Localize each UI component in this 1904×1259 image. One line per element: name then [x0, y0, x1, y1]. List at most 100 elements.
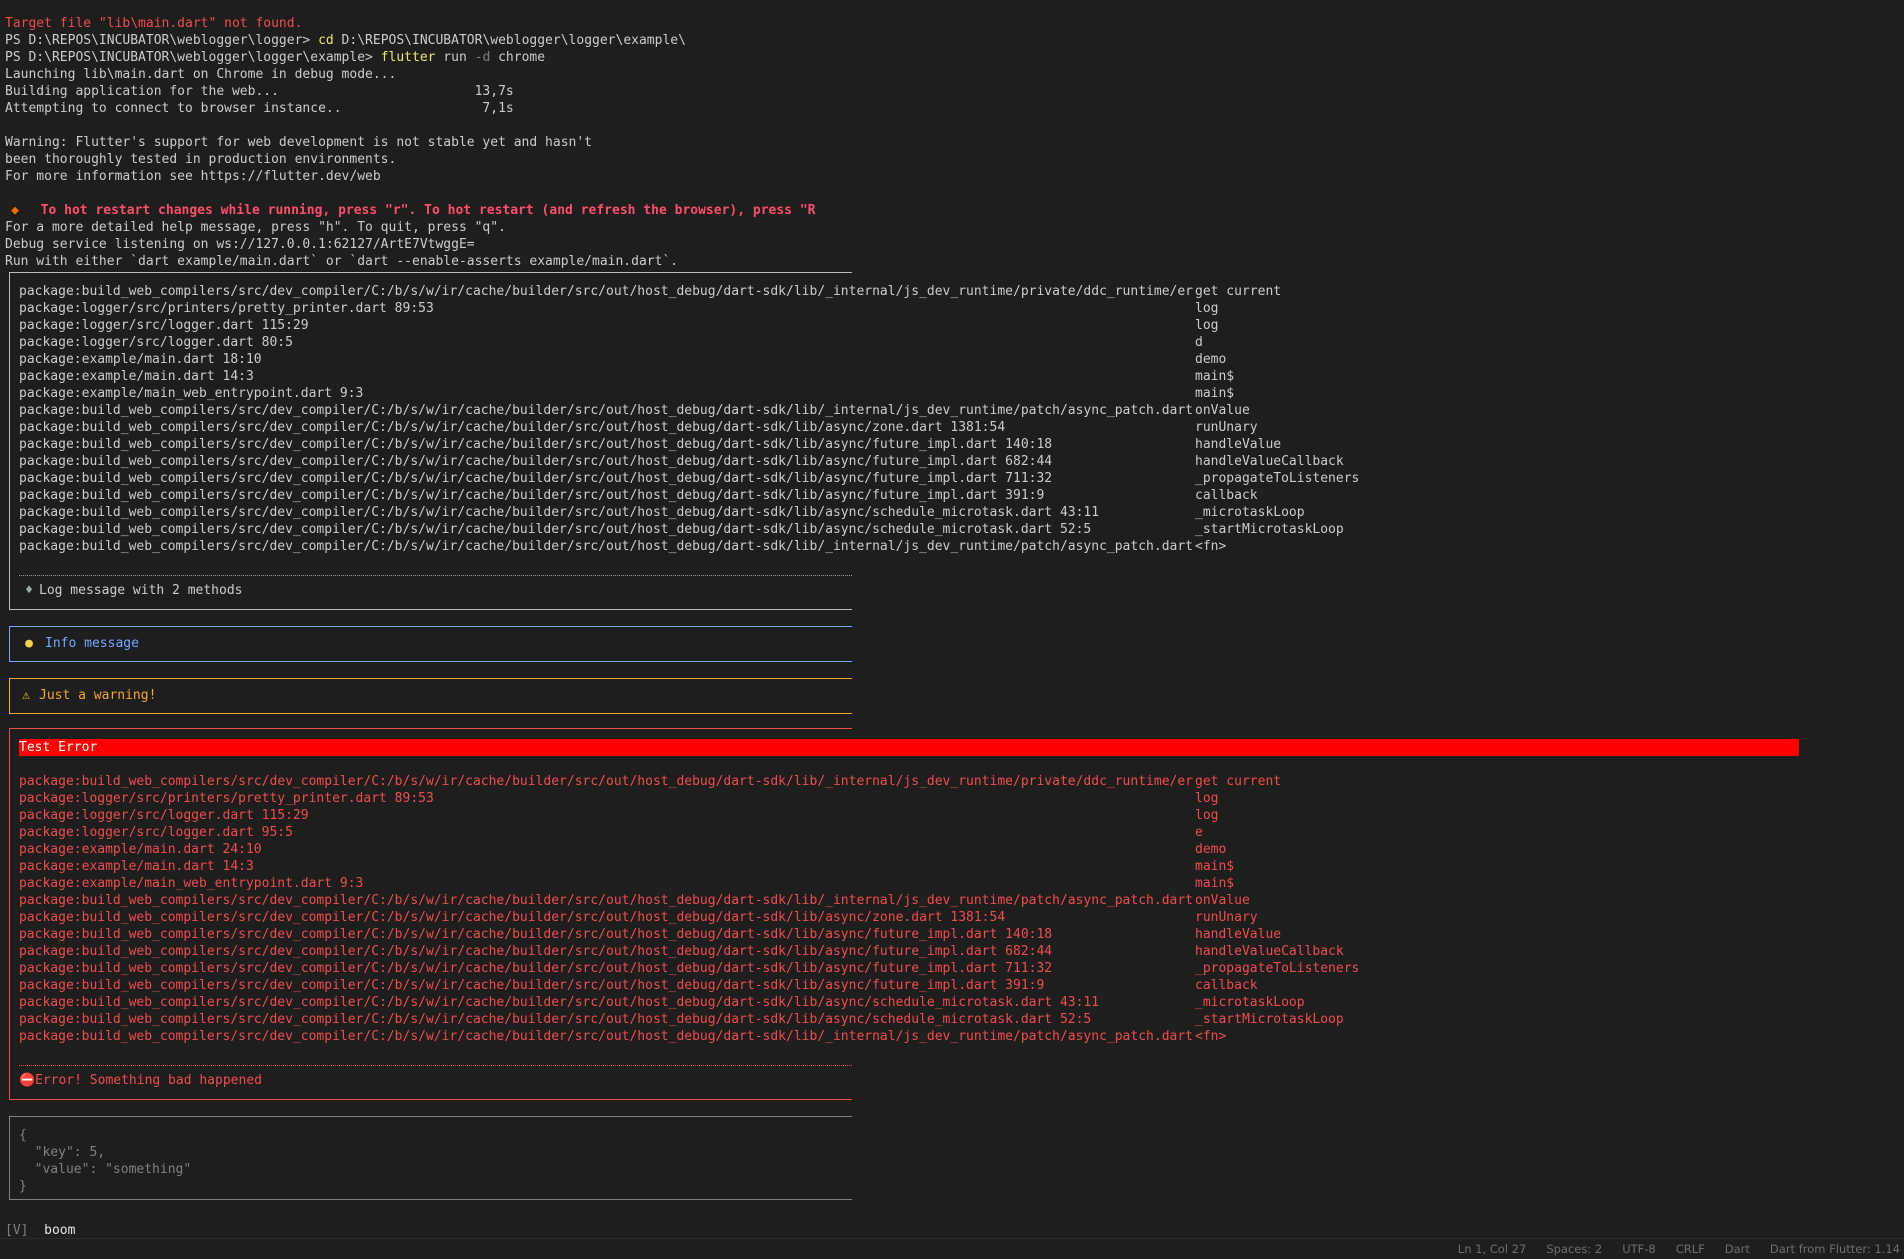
stack-frame-location[interactable]: package:build_web_compilers/src/dev_comp… [19, 436, 1195, 453]
stack-frame-row: package:logger/src/printers/pretty_print… [19, 790, 1904, 807]
stack-frame-row: package:build_web_compilers/src/dev_comp… [19, 1028, 1904, 1045]
stack-frame-row: package:build_web_compilers/src/dev_comp… [19, 538, 1904, 555]
json-content: { "key": 5, "value": "something"} [19, 1127, 1904, 1195]
stack-frame-location[interactable]: package:example/main.dart 14:3 [19, 858, 1195, 875]
stack-frame-row: package:logger/src/logger.dart 95:5 e [19, 824, 1904, 841]
debug-log-box: package:build_web_compilers/src/dev_comp… [9, 272, 1904, 610]
stack-frame-location[interactable]: package:example/main_web_entrypoint.dart… [19, 385, 1195, 402]
stack-frame-location[interactable]: package:build_web_compilers/src/dev_comp… [19, 1028, 1195, 1045]
stack-frame-row: package:build_web_compilers/src/dev_comp… [19, 892, 1904, 909]
json-line: } [19, 1179, 27, 1194]
error-stack-trace: package:build_web_compilers/src/dev_comp… [19, 773, 1904, 1045]
stack-frame-function: _startMicrotaskLoop [1195, 522, 1344, 537]
stack-frame-row: package:build_web_compilers/src/dev_comp… [19, 504, 1904, 521]
stack-frame-location[interactable]: package:logger/src/logger.dart 80:5 [19, 334, 1195, 351]
debug-stack-trace: package:build_web_compilers/src/dev_comp… [19, 283, 1904, 555]
error-divider [19, 1065, 852, 1066]
stack-frame-function: log [1195, 808, 1219, 823]
error-box-left-border [9, 728, 10, 1100]
stack-frame-row: package:logger/src/printers/pretty_print… [19, 300, 1904, 317]
stack-frame-row: package:example/main.dart 14:3 main$ [19, 858, 1904, 875]
debug-box-bottom-border [9, 609, 852, 610]
debug-divider [19, 575, 852, 576]
stack-frame-location[interactable]: package:example/main.dart 14:3 [19, 368, 1195, 385]
warning-box-left-border [9, 678, 10, 714]
stack-frame-function: main$ [1195, 386, 1235, 401]
stack-frame-location[interactable]: package:build_web_compilers/src/dev_comp… [19, 960, 1195, 977]
json-box-bottom-border [9, 1199, 852, 1200]
status-sdk[interactable]: Dart from Flutter: 1.14 [1770, 1242, 1900, 1256]
stack-frame-row: package:build_web_compilers/src/dev_comp… [19, 283, 1904, 300]
stack-frame-row: package:logger/src/logger.dart 115:29 log [19, 807, 1904, 824]
stack-frame-location[interactable]: package:build_web_compilers/src/dev_comp… [19, 1011, 1195, 1028]
error-box-bottom-border [9, 1099, 852, 1100]
stack-frame-location[interactable]: package:build_web_compilers/src/dev_comp… [19, 402, 1195, 419]
stack-frame-location[interactable]: package:build_web_compilers/src/dev_comp… [19, 419, 1195, 436]
stack-frame-location[interactable]: package:logger/src/logger.dart 115:29 [19, 317, 1195, 334]
stack-frame-function: e [1195, 825, 1203, 840]
flutter-run-command-line: PS D:\REPOS\INCUBATOR\weblogger\logger\e… [5, 50, 546, 65]
info-message-line: ● Info message [19, 627, 1904, 661]
stack-frame-location[interactable]: package:logger/src/printers/pretty_print… [19, 300, 1195, 317]
warning-box-bottom-border [9, 713, 852, 714]
stack-frame-function: handleValueCallback [1195, 454, 1344, 469]
stack-frame-location[interactable]: package:build_web_compilers/src/dev_comp… [19, 538, 1195, 555]
stack-frame-location[interactable]: package:build_web_compilers/src/dev_comp… [19, 773, 1195, 790]
stack-frame-location[interactable]: package:build_web_compilers/src/dev_comp… [19, 504, 1195, 521]
stack-frame-function: d [1195, 335, 1203, 350]
stack-frame-function: onValue [1195, 403, 1250, 418]
stack-frame-function: _microtaskLoop [1195, 505, 1305, 520]
stack-frame-row: package:build_web_compilers/src/dev_comp… [19, 402, 1904, 419]
status-indentation[interactable]: Spaces: 2 [1546, 1242, 1602, 1256]
stack-frame-location[interactable]: package:logger/src/printers/pretty_print… [19, 790, 1195, 807]
debug-box-left-border [9, 272, 10, 610]
stack-frame-location[interactable]: package:example/main.dart 18:10 [19, 351, 1195, 368]
stack-frame-function: main$ [1195, 859, 1235, 874]
stack-frame-location[interactable]: package:logger/src/logger.dart 115:29 [19, 807, 1195, 824]
stack-frame-location[interactable]: package:build_web_compilers/src/dev_comp… [19, 892, 1195, 909]
status-encoding[interactable]: UTF-8 [1622, 1242, 1656, 1256]
stack-frame-location[interactable]: package:example/main.dart 24:10 [19, 841, 1195, 858]
output-line: Attempting to connect to browser instanc… [5, 101, 514, 116]
stack-frame-location[interactable]: package:build_web_compilers/src/dev_comp… [19, 926, 1195, 943]
stack-frame-function: handleValue [1195, 927, 1282, 942]
stack-frame-location[interactable]: package:build_web_compilers/src/dev_comp… [19, 943, 1195, 960]
info-box-bottom-border [9, 661, 852, 662]
stack-frame-row: package:logger/src/logger.dart 80:5 d [19, 334, 1904, 351]
terminal-output[interactable]: Target file "lib\main.dart" not found. P… [5, 15, 1904, 1200]
warning-message-line: ⚠ Just a warning! [19, 679, 1904, 713]
help-output: For a more detailed help message, press … [5, 219, 1904, 270]
stack-frame-function: log [1195, 791, 1219, 806]
output-line: For a more detailed help message, press … [5, 220, 506, 235]
status-language[interactable]: Dart [1725, 1242, 1750, 1256]
output-line: been thoroughly tested in production env… [5, 152, 397, 167]
stack-frame-row: package:build_web_compilers/src/dev_comp… [19, 470, 1904, 487]
status-cursor-position[interactable]: Ln 1, Col 27 [1458, 1242, 1527, 1256]
stack-frame-location[interactable]: package:build_web_compilers/src/dev_comp… [19, 453, 1195, 470]
hot-restart-line: ◆ To hot restart changes while running, … [5, 202, 1904, 219]
stack-frame-location[interactable]: package:logger/src/logger.dart 95:5 [19, 824, 1195, 841]
stack-frame-function: _propagateToListeners [1195, 471, 1360, 486]
target-not-found-line: Target file "lib\main.dart" not found. [5, 16, 303, 31]
stack-frame-function: runUnary [1195, 910, 1258, 925]
stack-frame-location[interactable]: package:build_web_compilers/src/dev_comp… [19, 283, 1195, 300]
stack-frame-location[interactable]: package:build_web_compilers/src/dev_comp… [19, 994, 1195, 1011]
output-line: Launching lib\main.dart on Chrome in deb… [5, 67, 397, 82]
stack-frame-location[interactable]: package:build_web_compilers/src/dev_comp… [19, 470, 1195, 487]
launch-output: Launching lib\main.dart on Chrome in deb… [5, 66, 1904, 202]
stack-frame-row: package:build_web_compilers/src/dev_comp… [19, 909, 1904, 926]
status-eol[interactable]: CRLF [1676, 1242, 1705, 1256]
stack-frame-location[interactable]: package:build_web_compilers/src/dev_comp… [19, 487, 1195, 504]
stack-frame-function: demo [1195, 842, 1227, 857]
stack-frame-location[interactable]: package:example/main_web_entrypoint.dart… [19, 875, 1195, 892]
stack-frame-row: package:build_web_compilers/src/dev_comp… [19, 436, 1904, 453]
stack-frame-function: main$ [1195, 369, 1235, 384]
json-line: { [19, 1128, 27, 1143]
stack-frame-location[interactable]: package:build_web_compilers/src/dev_comp… [19, 521, 1195, 538]
output-line: Run with either `dart example/main.dart`… [5, 254, 679, 269]
stack-frame-location[interactable]: package:build_web_compilers/src/dev_comp… [19, 909, 1195, 926]
info-log-box: ● Info message [9, 626, 1904, 662]
stack-frame-function: main$ [1195, 876, 1235, 891]
stack-frame-row: package:example/main_web_entrypoint.dart… [19, 385, 1904, 402]
stack-frame-location[interactable]: package:build_web_compilers/src/dev_comp… [19, 977, 1195, 994]
